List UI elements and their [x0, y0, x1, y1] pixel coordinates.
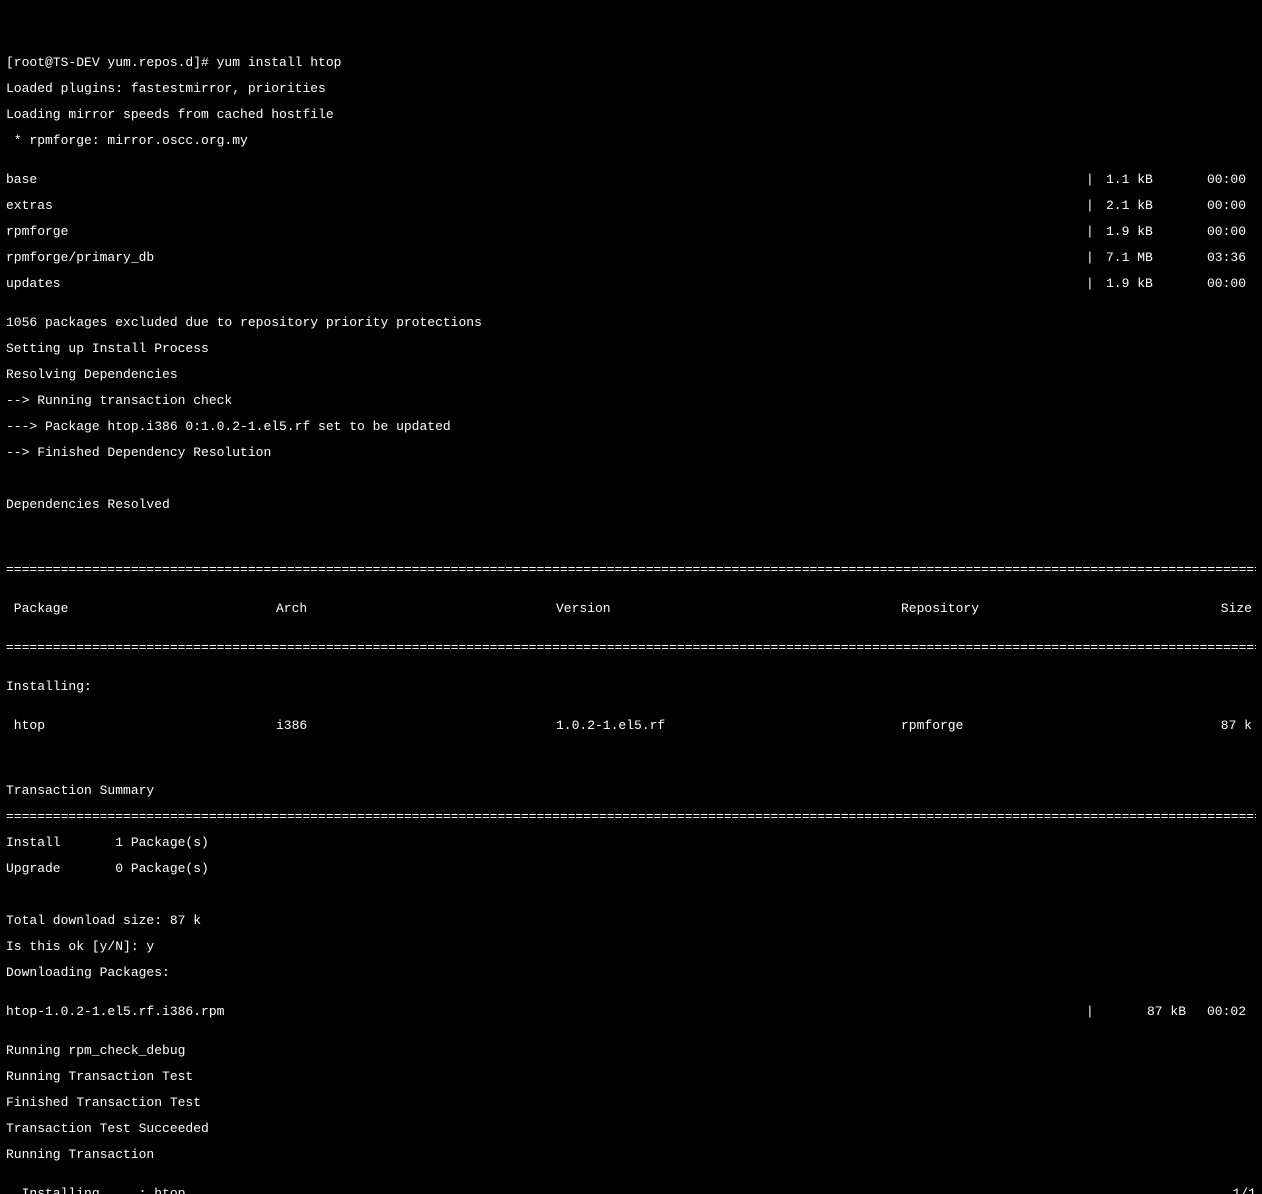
repo-row: rpmforge/primary_db | 7.1 MB 03:36 [6, 251, 1256, 264]
transaction-check: --> Running transaction check [6, 394, 1256, 407]
trans-test-succeeded: Transaction Test Succeeded [6, 1122, 1256, 1135]
repo-time: 00:00 [1186, 173, 1246, 186]
install-progress: 1/1 [1233, 1187, 1256, 1194]
header-package: Package [6, 602, 276, 615]
blank-line [6, 758, 1256, 771]
repo-name: rpmforge/primary_db [6, 251, 1086, 264]
header-size: Size [1181, 602, 1256, 615]
loading-mirror: Loading mirror speeds from cached hostfi… [6, 108, 1256, 121]
divider: ========================================… [6, 563, 1256, 576]
download-time: 00:02 [1186, 1005, 1246, 1018]
repo-time: 00:00 [1186, 199, 1246, 212]
download-name: htop-1.0.2-1.el5.rf.i386.rpm [6, 1005, 1086, 1018]
finished-trans-test: Finished Transaction Test [6, 1096, 1256, 1109]
repo-size: 2.1 kB [1106, 199, 1186, 212]
installing-label: Installing: [6, 680, 1256, 693]
excluded-packages: 1056 packages excluded due to repository… [6, 316, 1256, 329]
table-row: htop i386 1.0.2-1.el5.rf rpmforge 87 k [6, 719, 1256, 732]
download-size: 87 kB [1106, 1005, 1186, 1018]
deps-resolved: Dependencies Resolved [6, 498, 1256, 511]
upgrade-count: Upgrade 0 Package(s) [6, 862, 1256, 875]
loaded-plugins: Loaded plugins: fastestmirror, prioritie… [6, 82, 1256, 95]
repo-separator: | [1086, 173, 1106, 186]
setup-install: Setting up Install Process [6, 342, 1256, 355]
repo-size: 1.9 kB [1106, 277, 1186, 290]
repo-name: rpmforge [6, 225, 1086, 238]
download-separator: | [1086, 1005, 1106, 1018]
pkg-repo: rpmforge [901, 719, 1181, 732]
repo-size: 1.9 kB [1106, 225, 1186, 238]
repo-separator: | [1086, 277, 1106, 290]
pkg-arch: i386 [276, 719, 556, 732]
repo-size: 7.1 MB [1106, 251, 1186, 264]
divider: ========================================… [6, 641, 1256, 654]
resolving-deps: Resolving Dependencies [6, 368, 1256, 381]
repo-size: 1.1 kB [1106, 173, 1186, 186]
blank-line [6, 888, 1256, 901]
repo-time: 00:00 [1186, 225, 1246, 238]
divider: ========================================… [6, 810, 1256, 823]
repo-row: base | 1.1 kB 00:00 [6, 173, 1256, 186]
rpm-check-debug: Running rpm_check_debug [6, 1044, 1256, 1057]
pkg-size: 87 k [1181, 719, 1256, 732]
downloading-packages: Downloading Packages: [6, 966, 1256, 979]
pkg-version: 1.0.2-1.el5.rf [556, 719, 901, 732]
finished-dep-resolution: --> Finished Dependency Resolution [6, 446, 1256, 459]
repo-name: extras [6, 199, 1086, 212]
blank-line [6, 524, 1256, 537]
header-repository: Repository [901, 602, 1181, 615]
installing-line: Installing : htop [6, 1187, 185, 1194]
prompt-line: [root@TS-DEV yum.repos.d]# yum install h… [6, 56, 1256, 69]
blank-line [6, 472, 1256, 485]
download-row: htop-1.0.2-1.el5.rf.i386.rpm | 87 kB 00:… [6, 1005, 1256, 1018]
repo-name: updates [6, 277, 1086, 290]
repo-row: rpmforge | 1.9 kB 00:00 [6, 225, 1256, 238]
running-trans-test: Running Transaction Test [6, 1070, 1256, 1083]
repo-separator: | [1086, 225, 1106, 238]
package-update: ---> Package htop.i386 0:1.0.2-1.el5.rf … [6, 420, 1256, 433]
table-header: Package Arch Version Repository Size [6, 602, 1256, 615]
repo-time: 03:36 [1186, 251, 1246, 264]
install-count: Install 1 Package(s) [6, 836, 1256, 849]
repo-separator: | [1086, 199, 1106, 212]
rpmforge-mirror: * rpmforge: mirror.oscc.org.my [6, 134, 1256, 147]
pkg-name: htop [6, 719, 276, 732]
repo-separator: | [1086, 251, 1106, 264]
repo-row: extras | 2.1 kB 00:00 [6, 199, 1256, 212]
installing-progress-row: Installing : htop 1/1 [6, 1187, 1256, 1194]
running-transaction: Running Transaction [6, 1148, 1256, 1161]
repo-time: 00:00 [1186, 277, 1246, 290]
repo-name: base [6, 173, 1086, 186]
total-download-size: Total download size: 87 k [6, 914, 1256, 927]
transaction-summary: Transaction Summary [6, 784, 1256, 797]
header-version: Version [556, 602, 901, 615]
repo-row: updates | 1.9 kB 00:00 [6, 277, 1256, 290]
header-arch: Arch [276, 602, 556, 615]
confirm-prompt: Is this ok [y/N]: y [6, 940, 1256, 953]
